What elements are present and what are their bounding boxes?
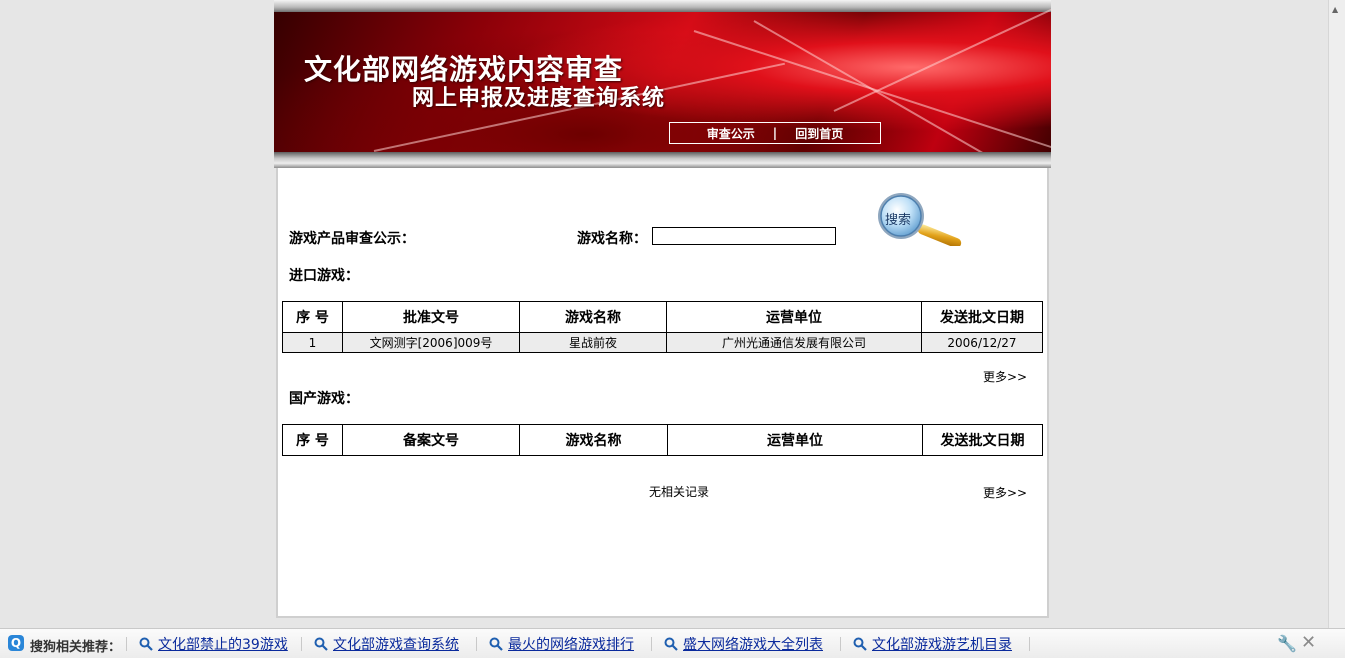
recommend-link[interactable]: 最火的网络游戏排行 (489, 634, 634, 654)
column-header: 运营单位 (666, 301, 922, 333)
divider (840, 637, 841, 651)
cell-operator: 广州光通通信发展有限公司 (666, 332, 922, 353)
recommend-link[interactable]: 盛大网络游戏大全列表 (664, 634, 823, 654)
search-button[interactable]: 搜索 (876, 190, 968, 248)
column-header: 序 号 (282, 424, 343, 456)
table-header-row: 序 号 备案文号 游戏名称 运营单位 发送批文日期 (282, 424, 1043, 456)
recommend-link-text: 最火的网络游戏排行 (508, 637, 634, 653)
domestic-games-table: 序 号 备案文号 游戏名称 运营单位 发送批文日期 (282, 424, 1043, 456)
search-icon (853, 637, 867, 651)
search-icon (664, 637, 678, 651)
recommend-link-text: 盛大网络游戏大全列表 (683, 637, 823, 653)
review-notice-heading: 游戏产品审查公示： (289, 231, 415, 247)
cell-index: 1 (282, 332, 343, 353)
wrench-icon[interactable]: 🔧 (1277, 634, 1297, 653)
imported-games-heading: 进口游戏： (289, 268, 359, 284)
divider (476, 637, 477, 651)
table-header-row: 序 号 批准文号 游戏名称 运营单位 发送批文日期 (282, 301, 1043, 333)
vertical-scrollbar[interactable]: ▲ (1328, 0, 1345, 628)
banner-light-streak (833, 8, 1051, 112)
sogou-recommend-label: 搜狗相关推荐： (30, 640, 122, 655)
banner-light-streak (753, 20, 1051, 168)
no-records-text: 无相关记录 (649, 485, 710, 499)
imported-games-table: 序 号 批准文号 游戏名称 运营单位 发送批文日期 1 文网测字[2006]00… (282, 301, 1043, 353)
site-subtitle: 网上申报及进度查询系统 (412, 86, 666, 111)
search-icon (139, 637, 153, 651)
column-header: 批准文号 (342, 301, 520, 333)
game-name-label: 游戏名称： (577, 231, 647, 247)
scroll-up-arrow-icon[interactable]: ▲ (1332, 6, 1338, 14)
column-header: 运营单位 (667, 424, 923, 456)
search-icon (314, 637, 328, 651)
cell-approval-number: 文网测字[2006]009号 (342, 332, 520, 353)
cell-date: 2006/12/27 (921, 332, 1043, 353)
game-name-input[interactable] (652, 227, 836, 245)
table-row: 1 文网测字[2006]009号 星战前夜 广州光通通信发展有限公司 2006/… (282, 332, 1043, 353)
divider (651, 637, 652, 651)
nav-home-link[interactable]: 回到首页 (795, 125, 843, 142)
divider (126, 637, 127, 651)
divider (1029, 637, 1030, 651)
sogou-logo-icon: Q (8, 635, 24, 651)
recommend-link-text: 文化部游戏游艺机目录 (872, 637, 1012, 653)
banner-top-bar (274, 0, 1051, 12)
divider (301, 637, 302, 651)
nav-review-notice-link[interactable]: 审查公示 (707, 125, 755, 142)
search-button-label: 搜索 (885, 213, 912, 228)
header-banner: 文化部网络游戏内容审查 网上申报及进度查询系统 审查公示 | 回到首页 (274, 0, 1051, 168)
recommend-link[interactable]: 文化部游戏查询系统 (314, 634, 459, 654)
cell-game-name: 星战前夜 (519, 332, 667, 353)
search-icon (489, 637, 503, 651)
recommend-link[interactable]: 文化部游戏游艺机目录 (853, 634, 1012, 654)
column-header: 游戏名称 (519, 424, 668, 456)
column-header: 发送批文日期 (921, 301, 1043, 333)
recommend-link[interactable]: 文化部禁止的39游戏 (139, 634, 288, 654)
banner-nav: 审查公示 | 回到首页 (669, 122, 881, 144)
domestic-games-heading: 国产游戏： (289, 391, 359, 407)
column-header: 备案文号 (342, 424, 520, 456)
close-icon[interactable]: ✕ (1301, 632, 1316, 653)
column-header: 发送批文日期 (922, 424, 1043, 456)
recommend-link-text: 文化部游戏查询系统 (333, 637, 459, 653)
recommend-link-text: 文化部禁止的39游戏 (158, 637, 288, 653)
imported-more-link[interactable]: 更多>> (983, 368, 1027, 385)
sogou-recommend-bar: Q 搜狗相关推荐： 文化部禁止的39游戏 文化部游戏查询系统 最火的网络游戏排行… (0, 628, 1345, 658)
banner-bottom-bar (274, 152, 1051, 168)
domestic-more-link[interactable]: 更多>> (983, 484, 1027, 501)
column-header: 游戏名称 (519, 301, 667, 333)
nav-separator: | (772, 126, 778, 140)
column-header: 序 号 (282, 301, 343, 333)
